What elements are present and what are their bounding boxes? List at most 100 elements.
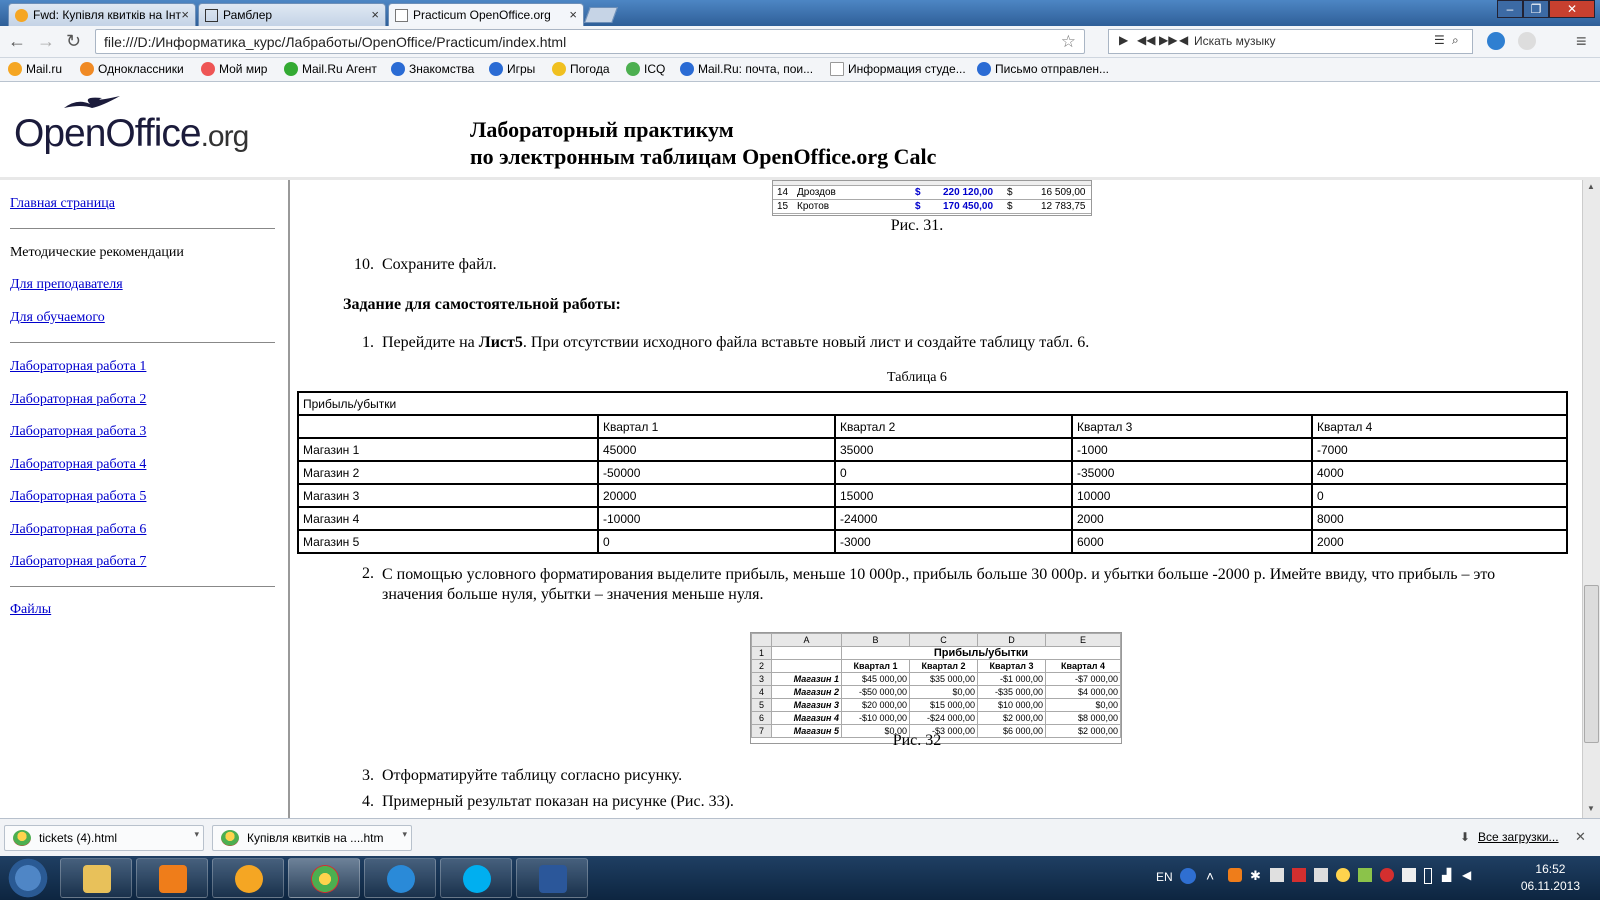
taskbar-skype[interactable]	[440, 858, 512, 898]
sheet-row: 4 Магазин 2 -$50 000,00 $0,00 -$35 000,00 $4 …	[751, 685, 1121, 699]
play-icon[interactable]: ▶	[1119, 33, 1128, 47]
taskbar-ie[interactable]	[364, 858, 436, 898]
logo-birds-icon	[64, 96, 120, 108]
scroll-down-icon[interactable]: ▼	[1587, 804, 1595, 813]
taskbar-media-player[interactable]	[136, 858, 208, 898]
maximize-button[interactable]: ❐	[1523, 0, 1549, 18]
battery-icon[interactable]	[1424, 868, 1432, 884]
bookmark-item[interactable]: Погода	[552, 62, 610, 76]
bookmark-label: Игры	[507, 62, 536, 76]
back-icon[interactable]: ←	[8, 32, 26, 50]
volume-icon[interactable]: ◀	[1462, 868, 1471, 882]
nav-lab-4-link[interactable]: Лабораторная работа 4	[10, 457, 146, 473]
rewind-icon[interactable]: ◀◀	[1137, 33, 1155, 47]
nav-files-link[interactable]: Файлы	[10, 602, 51, 618]
bookmark-item[interactable]: Mail.Ru Агент	[284, 62, 377, 76]
table-cell: Магазин 5	[297, 529, 599, 554]
close-icon[interactable]: ×	[181, 7, 189, 22]
tab-rambler[interactable]: Рамблер ×	[198, 3, 386, 26]
sheet-row: 14 Дроздов $ 220 120,00 $ 16 509,00	[773, 186, 1091, 200]
search-icon[interactable]: ⌕	[1452, 33, 1459, 48]
sheet-cell: $8 000,00	[1045, 711, 1121, 725]
sheet-cell: $15 000,00	[909, 698, 978, 712]
bookmark-item[interactable]: Одноклассники	[80, 62, 184, 76]
tray-app-icon[interactable]	[1380, 868, 1394, 882]
bookmark-label: Mail.Ru: почта, пои...	[698, 62, 814, 76]
tray-app-icon[interactable]	[1228, 868, 1242, 882]
nav-lab-2-link[interactable]: Лабораторная работа 2	[10, 392, 146, 408]
help-icon[interactable]	[1180, 868, 1196, 884]
network-icon[interactable]: ▟	[1442, 868, 1451, 882]
nav-home-link[interactable]: Главная страница	[10, 196, 115, 212]
step-3-number: 3.	[362, 767, 374, 784]
taskbar-mail-agent[interactable]	[212, 858, 284, 898]
column-header: A	[771, 633, 842, 647]
close-icon[interactable]: ×	[371, 7, 379, 22]
column-header: C	[909, 633, 978, 647]
mail-agent-icon[interactable]	[1487, 32, 1505, 50]
close-window-button[interactable]: ✕	[1549, 0, 1595, 18]
table-title-cell: Прибыль/убытки	[297, 391, 1568, 416]
word-icon	[539, 865, 567, 893]
minimize-button[interactable]: –	[1497, 0, 1523, 18]
all-downloads-link[interactable]: Все загрузки...	[1478, 830, 1559, 844]
download-item[interactable]: tickets (4).html ▾	[4, 825, 204, 851]
scrollbar-thumb[interactable]	[1584, 585, 1599, 743]
tray-app-icon[interactable]	[1292, 868, 1306, 882]
table-cell: 0	[597, 529, 836, 554]
bookmark-item[interactable]: Игры	[489, 62, 535, 76]
nav-lab-1-link[interactable]: Лабораторная работа 1	[10, 359, 146, 375]
vertical-scrollbar[interactable]: ▲ ▼	[1582, 180, 1600, 818]
sheet-row: 6 Магазин 4 -$10 000,00 -$24 000,00 $2 000,0…	[751, 711, 1121, 725]
new-tab-button[interactable]	[584, 7, 618, 23]
bookmark-item[interactable]: Мой мир	[201, 62, 267, 76]
menu-icon[interactable]: ☰	[1434, 33, 1445, 47]
bookmark-item[interactable]: ICQ	[626, 62, 665, 76]
taskbar-word[interactable]	[516, 858, 588, 898]
nav-lab-3-link[interactable]: Лабораторная работа 3	[10, 424, 146, 440]
profile-icon[interactable]	[1518, 32, 1536, 50]
wrench-icon[interactable]: ≡	[1576, 32, 1587, 50]
sheet-row: 3 Магазин 1 $45 000,00 $35 000,00 -$1 000,00…	[751, 672, 1121, 686]
tray-app-icon[interactable]	[1336, 868, 1350, 882]
address-bar[interactable]: file:///D:/Информатика_курс/Лабработы/Op…	[95, 29, 1085, 54]
speaker-icon[interactable]: ◀	[1179, 33, 1188, 47]
taskbar-explorer[interactable]	[60, 858, 132, 898]
music-search-box[interactable]: ▶ ◀◀ ▶▶ ◀ Искать музыку ☰ ⌕	[1108, 29, 1473, 54]
taskbar-browser[interactable]	[288, 858, 360, 898]
scroll-up-icon[interactable]: ▲	[1587, 182, 1595, 191]
nav-teacher-link[interactable]: Для преподавателя	[10, 277, 123, 293]
moimir-icon	[201, 62, 215, 76]
nav-lab-5-link[interactable]: Лабораторная работа 5	[10, 489, 146, 505]
forward-icon[interactable]: →	[37, 32, 55, 50]
close-icon[interactable]: ✕	[1575, 829, 1586, 845]
nav-lab-6-link[interactable]: Лабораторная работа 6	[10, 522, 146, 538]
download-item[interactable]: Купівля квитків на ....htm ▾	[212, 825, 412, 851]
tray-app-icon[interactable]	[1358, 868, 1372, 882]
clock[interactable]: 16:52 06.11.2013	[1521, 861, 1580, 895]
bookmark-item[interactable]: Письмо отправлен...	[977, 62, 1109, 76]
tray-app-icon[interactable]	[1402, 868, 1416, 882]
fastforward-icon[interactable]: ▶▶	[1159, 33, 1177, 47]
flag-icon[interactable]	[1270, 868, 1284, 882]
language-indicator[interactable]: EN	[1156, 870, 1173, 884]
start-button[interactable]	[4, 857, 52, 899]
chevron-down-icon[interactable]: ▾	[402, 829, 407, 840]
bookmark-item[interactable]: Знакомства	[391, 62, 474, 76]
tab-practicum[interactable]: Practicum OpenOffice.org ×	[388, 3, 584, 26]
close-icon[interactable]: ×	[569, 7, 577, 22]
star-icon[interactable]: ☆	[1061, 32, 1076, 52]
bluetooth-icon[interactable]: ✱	[1250, 868, 1261, 884]
tray-app-icon[interactable]	[1314, 868, 1328, 882]
bookmark-item[interactable]: Mail.ru	[8, 62, 62, 76]
tray-arrow-icon[interactable]: ˄	[1206, 868, 1214, 884]
tab-mail[interactable]: Fwd: Купівля квитків на Інт ×	[8, 3, 196, 26]
music-search-input[interactable]: Искать музыку	[1194, 34, 1276, 48]
bookmark-item[interactable]: Информация студе...	[830, 62, 966, 76]
mail-icon	[8, 62, 22, 76]
bookmark-item[interactable]: Mail.Ru: почта, пои...	[680, 62, 813, 76]
nav-lab-7-link[interactable]: Лабораторная работа 7	[10, 554, 146, 570]
reload-icon[interactable]: ↻	[66, 32, 81, 50]
chevron-down-icon[interactable]: ▾	[194, 829, 199, 840]
nav-student-link[interactable]: Для обучаемого	[10, 310, 105, 326]
